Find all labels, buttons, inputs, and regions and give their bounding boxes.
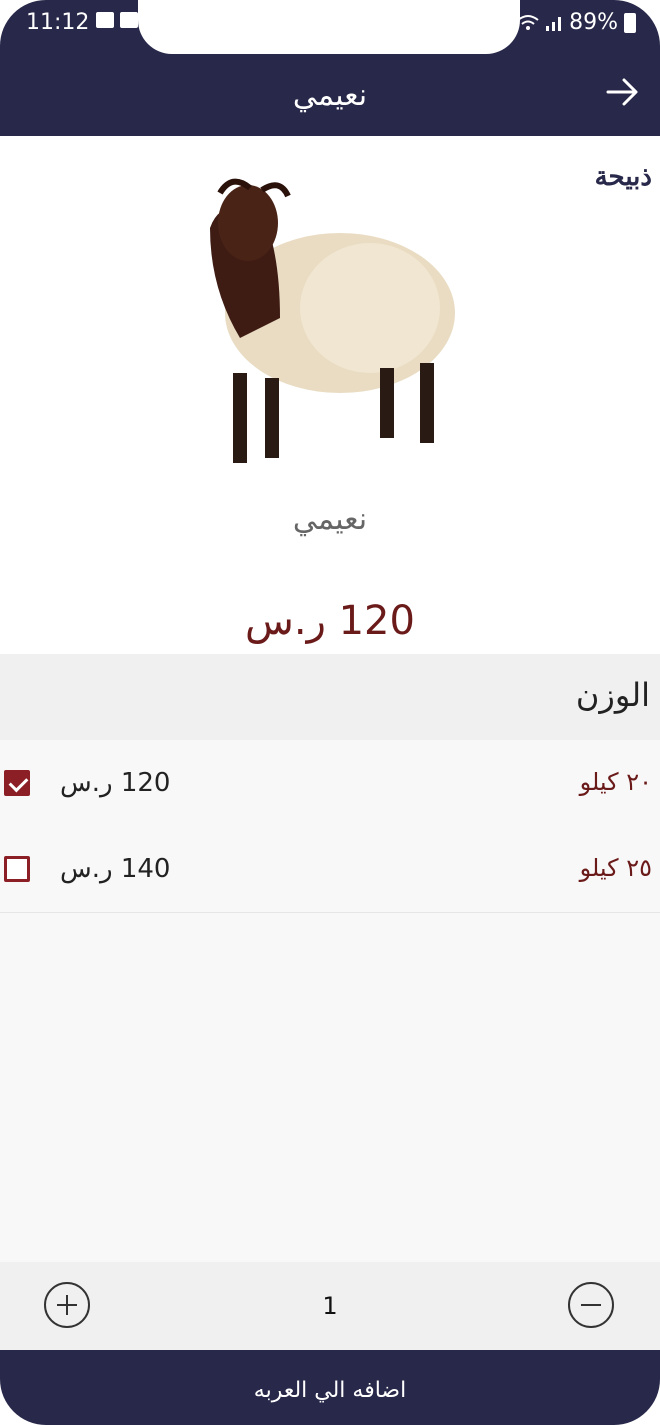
checkbox-unchecked[interactable] [4,856,30,882]
notification-icons [96,12,138,28]
add-to-cart-button[interactable]: اضافه الي العربه [0,1350,660,1425]
weight-section-header: الوزن [0,654,660,740]
notification-icon [120,12,138,28]
phone-screen: 11:12 89% نعيمي ذبيحة نعيمي 120 ر.س الوز… [0,0,660,1425]
back-arrow-icon[interactable] [606,72,640,112]
option-price: 140 ر.س [60,854,171,884]
page-title: نعيمي [292,78,368,113]
minus-icon[interactable] [568,1282,614,1328]
quantity-value: 1 [322,1292,338,1320]
battery-text: 89% [569,10,618,35]
option-weight: ٢٥ كيلو [579,854,652,882]
gallery-icon [96,12,114,28]
product-price: 120 ر.س [245,598,415,644]
weight-option[interactable]: 140 ر.س ٢٥ كيلو [0,826,660,913]
product-image [210,178,455,463]
product-name: نعيمي [292,502,368,537]
option-price: 120 ر.س [60,768,171,798]
wifi-icon [517,14,539,30]
camera-notch [138,0,520,54]
option-weight: ٢٠ كيلو [579,768,652,796]
app-header: 11:12 89% نعيمي [0,0,660,136]
status-time: 11:12 [26,10,90,35]
status-right: 89% [517,10,636,35]
signal-icon [546,16,562,31]
battery-icon [624,12,636,33]
brand-logo: ذبيحة [594,162,652,192]
checkbox-checked[interactable] [4,770,30,796]
weight-label: الوزن [575,676,650,714]
quantity-stepper: 1 [0,1262,660,1350]
weight-option[interactable]: 120 ر.س ٢٠ كيلو [0,740,660,827]
